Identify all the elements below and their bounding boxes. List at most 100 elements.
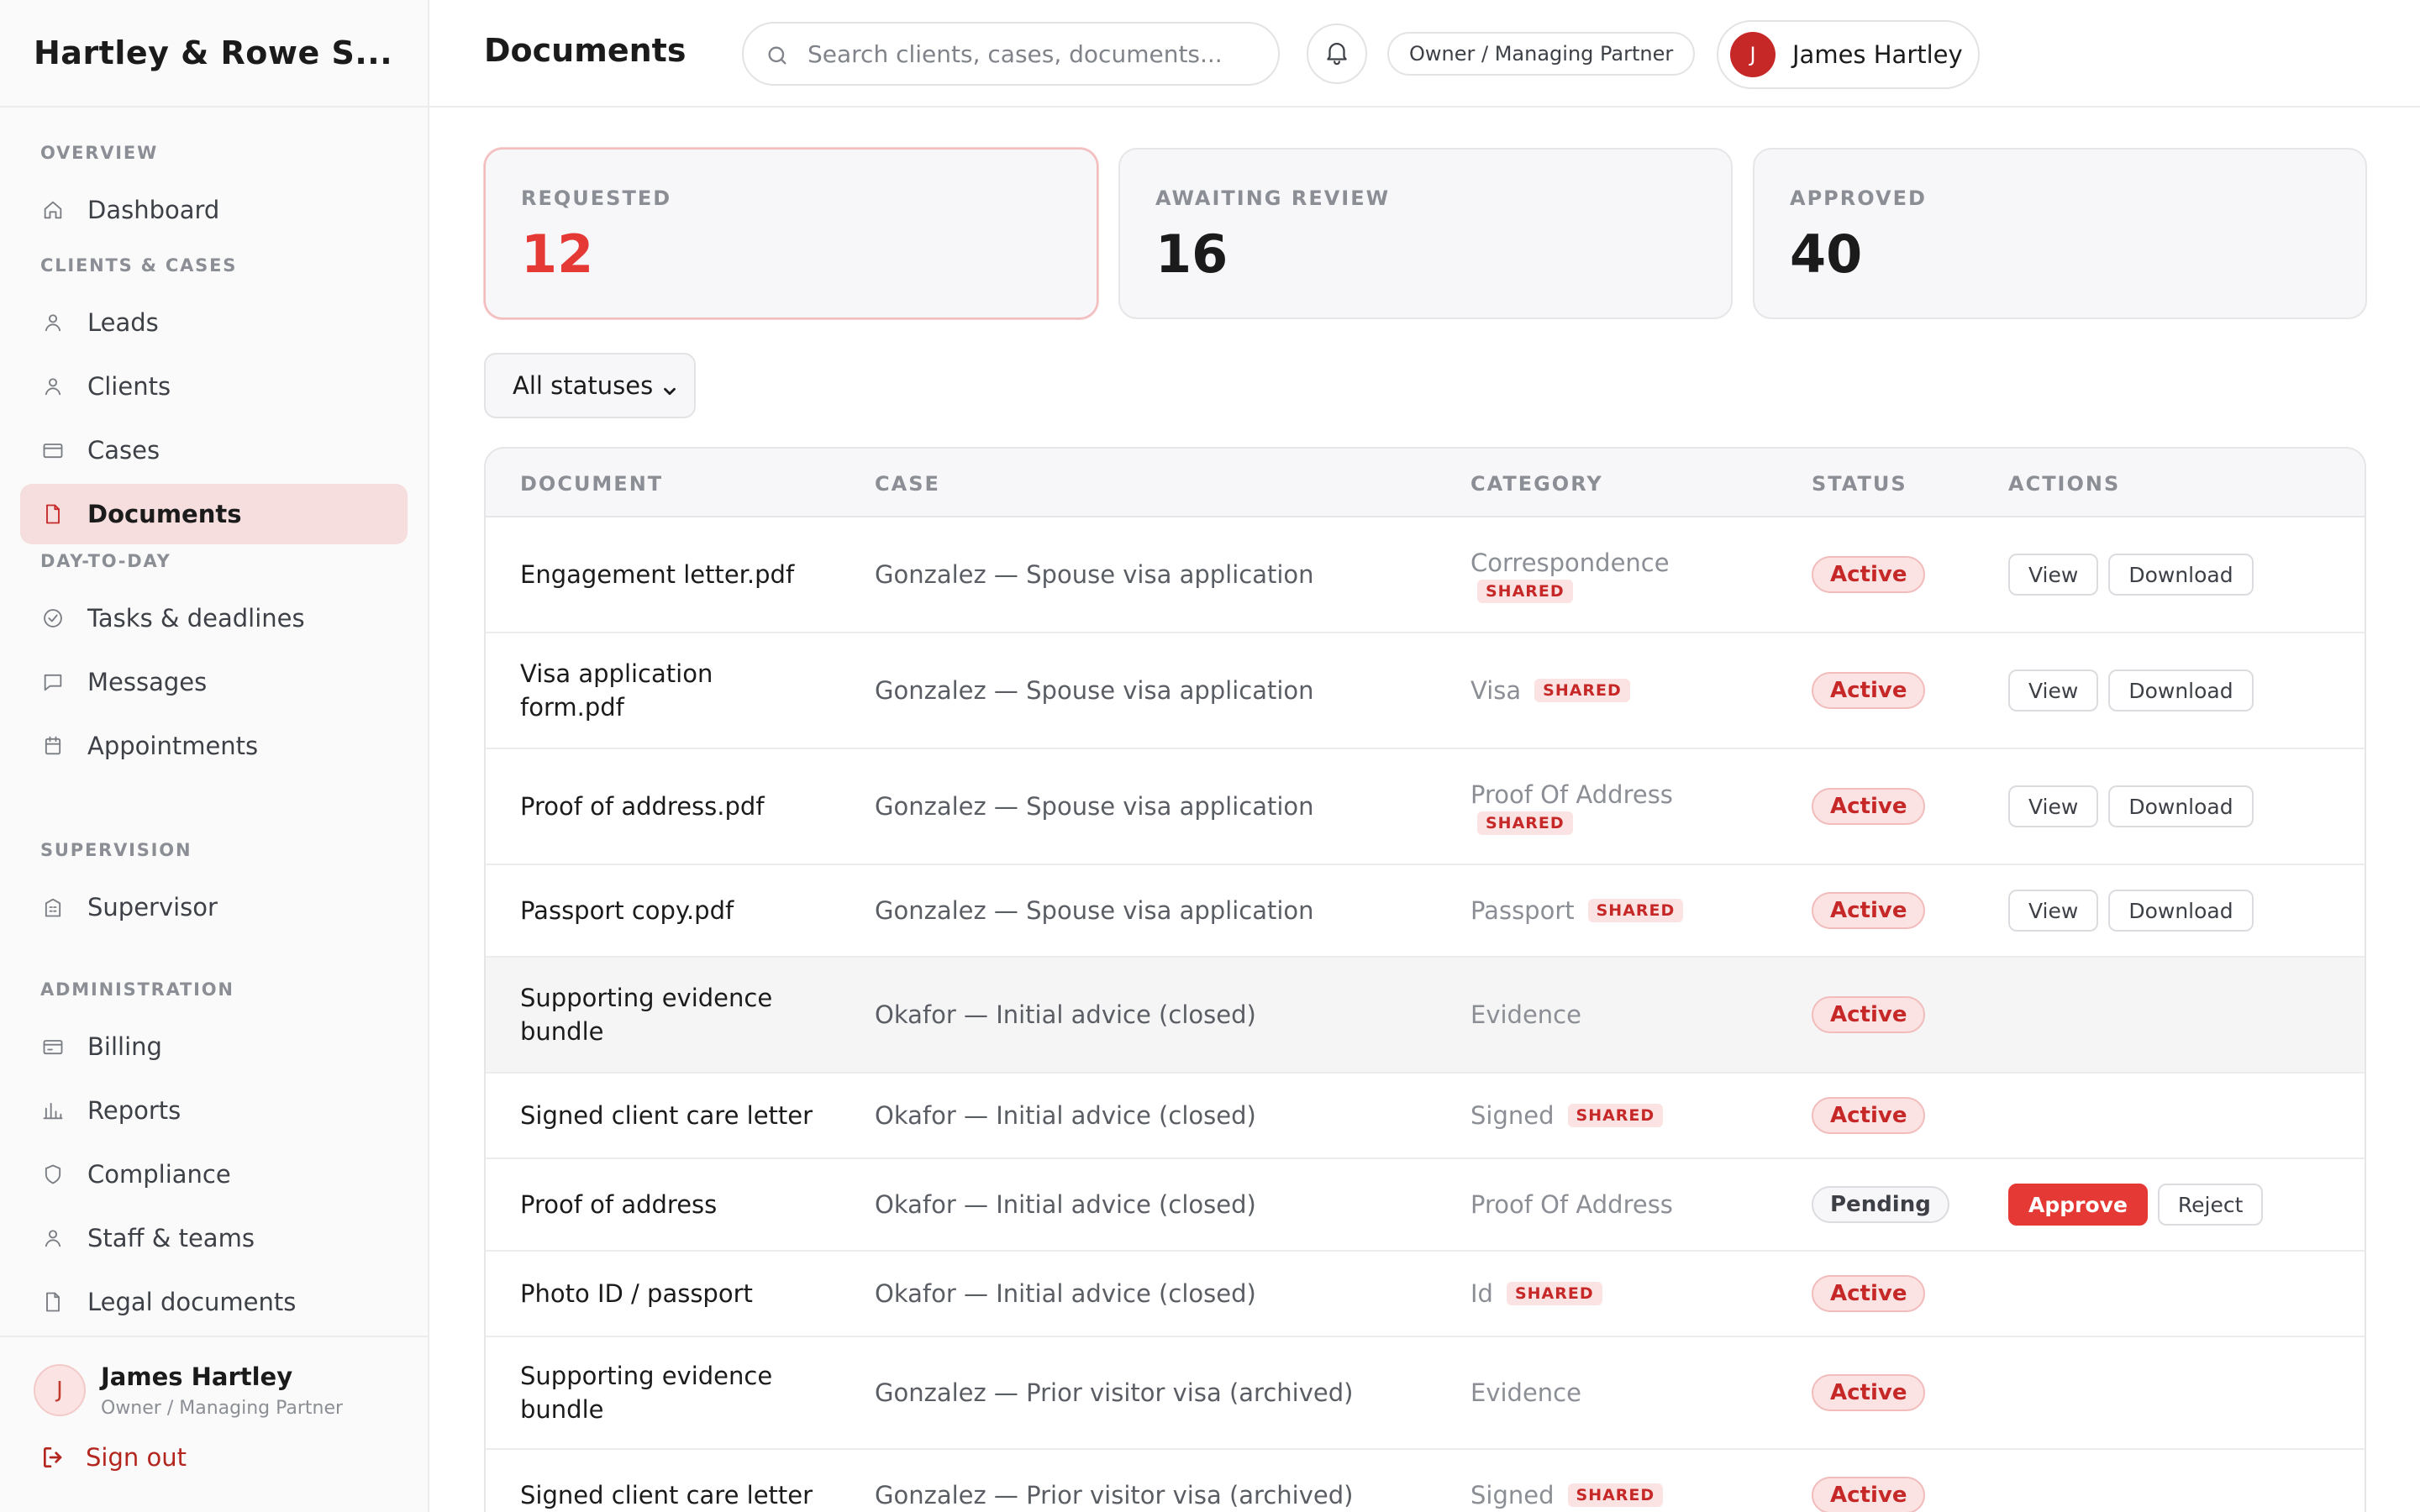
avatar: J — [1730, 32, 1776, 77]
case-name[interactable]: Gonzalez — Prior visitor visa (archived) — [875, 1450, 1446, 1512]
document-name[interactable]: Proof of address — [520, 1159, 823, 1250]
view-button[interactable]: View — [2008, 554, 2099, 596]
table-row[interactable]: Engagement letter.pdf Gonzalez — Spouse v… — [486, 517, 2365, 633]
approve-button[interactable]: Approve — [2008, 1184, 2148, 1226]
download-button[interactable]: Download — [2108, 785, 2254, 827]
column-header-category[interactable]: CATEGORY — [1470, 472, 1603, 496]
sidebar-item-staff-and-teams[interactable]: Staff & teams — [20, 1208, 408, 1268]
table-row[interactable]: Photo ID / passport Okafor — Initial advi… — [486, 1252, 2365, 1337]
sidebar-item-legal-documents[interactable]: Legal documents — [20, 1272, 408, 1332]
sign-out-button[interactable]: Sign out — [40, 1443, 187, 1472]
search-input[interactable] — [808, 39, 1261, 68]
sidebar-item-appointments[interactable]: Appointments — [20, 716, 408, 776]
table-row[interactable]: Passport copy.pdf Gonzalez — Spouse visa … — [486, 865, 2365, 958]
table-row[interactable]: Signed client care letter Gonzalez — Prio… — [486, 1450, 2365, 1512]
download-button[interactable]: Download — [2108, 890, 2254, 932]
user-menu[interactable]: J James Hartley — [1717, 20, 1980, 89]
actions-cell — [2008, 1450, 2361, 1512]
sidebar-item-dashboard[interactable]: Dashboard — [20, 180, 408, 240]
table-row[interactable]: Signed client care letter Okafor — Initia… — [486, 1074, 2365, 1159]
sidebar-item-messages[interactable]: Messages — [20, 652, 408, 712]
category-label: Passport — [1470, 896, 1575, 925]
document-name[interactable]: Signed client care letter — [520, 1074, 823, 1158]
category-cell: Evidence — [1470, 958, 1790, 1072]
case-name[interactable]: Okafor — Initial advice (closed) — [875, 958, 1446, 1072]
document-name[interactable]: Supporting evidence bundle — [520, 958, 823, 1072]
column-header-case[interactable]: CASE — [875, 472, 940, 496]
document-name[interactable]: Visa application form.pdf — [520, 633, 823, 748]
table-row[interactable]: Proof of address Okafor — Initial advice … — [486, 1159, 2365, 1252]
view-button[interactable]: View — [2008, 669, 2099, 711]
category-cell: Signed SHARED — [1470, 1450, 1790, 1512]
sidebar-item-label: Legal documents — [87, 1288, 297, 1316]
user-name: James Hartley — [1792, 40, 1963, 69]
category-cell: Proof Of Address — [1470, 1159, 1790, 1250]
table-body: Engagement letter.pdf Gonzalez — Spouse v… — [486, 517, 2365, 1512]
sidebar-item-documents[interactable]: Documents — [20, 484, 408, 544]
stat-label: APPROVED — [1790, 186, 1927, 210]
table-row[interactable]: Supporting evidence bundle Gonzalez — Pri… — [486, 1337, 2365, 1450]
nav-section-clients-and-cases: CLIENTS & CASES — [40, 255, 238, 276]
category-label: Signed — [1470, 1101, 1555, 1130]
sidebar-item-compliance[interactable]: Compliance — [20, 1144, 408, 1205]
case-name[interactable]: Okafor — Initial advice (closed) — [875, 1159, 1446, 1250]
table-row[interactable]: Visa application form.pdf Gonzalez — Spou… — [486, 633, 2365, 749]
table-row[interactable]: Supporting evidence bundle Okafor — Initi… — [486, 958, 2365, 1074]
column-header-status[interactable]: STATUS — [1812, 472, 1907, 496]
document-name[interactable]: Passport copy.pdf — [520, 865, 823, 956]
reject-button[interactable]: Reject — [2157, 1184, 2264, 1226]
case-name[interactable]: Gonzalez — Spouse visa application — [875, 749, 1446, 864]
category-label: Proof Of Address — [1470, 780, 1673, 809]
view-button[interactable]: View — [2008, 890, 2099, 932]
shared-badge: SHARED — [1567, 1104, 1664, 1127]
brand[interactable]: Hartley & Rowe S... — [0, 0, 428, 108]
table-row[interactable]: Proof of address.pdf Gonzalez — Spouse vi… — [486, 749, 2365, 865]
case-name[interactable]: Gonzalez — Prior visitor visa (archived) — [875, 1337, 1446, 1448]
actions-cell: View Download — [2008, 865, 2361, 956]
sidebar-item-supervisor[interactable]: Supervisor — [20, 877, 408, 937]
case-name[interactable]: Okafor — Initial advice (closed) — [875, 1252, 1446, 1336]
bar-chart-icon — [40, 1098, 66, 1123]
stat-cards: REQUESTED 12 AWAITING REVIEW 16 APPROVED 40 — [484, 148, 2387, 319]
app-root: Hartley & Rowe S... OVERVIEW Dashboard CLI… — [0, 0, 2420, 1512]
stat-card-awaiting-review[interactable]: AWAITING REVIEW 16 — [1118, 148, 1733, 319]
document-name[interactable]: Supporting evidence bundle — [520, 1337, 823, 1448]
stat-card-requested[interactable]: REQUESTED 12 — [484, 148, 1098, 319]
sidebar-item-cases[interactable]: Cases — [20, 420, 408, 480]
chat-icon — [40, 669, 66, 695]
status-filter-select[interactable]: All statuses — [484, 353, 696, 418]
actions-cell — [2008, 1337, 2361, 1448]
notifications-button[interactable] — [1307, 24, 1367, 84]
status-badge: Active — [1812, 1097, 1926, 1134]
case-name[interactable]: Gonzalez — Spouse visa application — [875, 517, 1446, 632]
sidebar-item-leads[interactable]: Leads — [20, 292, 408, 353]
sidebar-item-clients[interactable]: Clients — [20, 356, 408, 417]
column-header-actions: ACTIONS — [2008, 472, 2121, 496]
stat-card-approved[interactable]: APPROVED 40 — [1753, 148, 2367, 319]
case-name[interactable]: Gonzalez — Spouse visa application — [875, 865, 1446, 956]
document-name[interactable]: Signed client care letter — [520, 1450, 823, 1512]
check-circle-icon — [40, 606, 66, 631]
sidebar-item-billing[interactable]: Billing — [20, 1016, 408, 1077]
nav-section-administration: ADMINISTRATION — [40, 979, 234, 1000]
case-name[interactable]: Gonzalez — Spouse visa application — [875, 633, 1446, 748]
download-button[interactable]: Download — [2108, 554, 2254, 596]
document-name[interactable]: Engagement letter.pdf — [520, 517, 823, 632]
search-box[interactable] — [742, 22, 1280, 86]
status-cell: Active — [1812, 1337, 1980, 1448]
download-button[interactable]: Download — [2108, 669, 2254, 711]
avatar[interactable]: J — [34, 1364, 86, 1416]
brand-name: Hartley & Rowe S... — [34, 34, 393, 71]
status-badge: Active — [1812, 672, 1926, 709]
sidebar-item-tasks-and-deadlines[interactable]: Tasks & deadlines — [20, 588, 408, 648]
document-name[interactable]: Photo ID / passport — [520, 1252, 823, 1336]
stat-value: 40 — [1790, 223, 1863, 285]
person-icon — [40, 374, 66, 399]
column-header-document[interactable]: DOCUMENT — [520, 472, 663, 496]
case-name[interactable]: Okafor — Initial advice (closed) — [875, 1074, 1446, 1158]
category-cell: Visa SHARED — [1470, 633, 1790, 748]
sidebar-item-reports[interactable]: Reports — [20, 1080, 408, 1141]
view-button[interactable]: View — [2008, 785, 2099, 827]
document-name[interactable]: Proof of address.pdf — [520, 749, 823, 864]
shared-badge: SHARED — [1567, 1483, 1664, 1507]
